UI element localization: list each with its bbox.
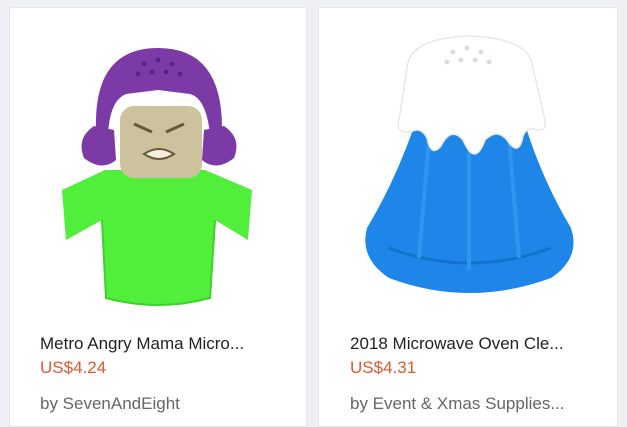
product-seller[interactable]: by SevenAndEight bbox=[40, 394, 302, 414]
product-card[interactable]: 2018 Microwave Oven Cle... US$4.31 by Ev… bbox=[318, 7, 618, 427]
product-price: US$4.31 bbox=[350, 358, 417, 377]
volcano-cleaner-icon bbox=[365, 35, 574, 293]
product-image[interactable] bbox=[319, 8, 617, 308]
product-seller[interactable]: by Event & Xmas Supplies... bbox=[350, 394, 608, 414]
product-title[interactable]: 2018 Microwave Oven Cle... bbox=[350, 334, 612, 354]
product-image[interactable] bbox=[10, 8, 306, 308]
product-card[interactable]: Metro Angry Mama Micro... US$4.24 by Sev… bbox=[9, 7, 307, 427]
product-price: US$4.24 bbox=[40, 358, 107, 377]
angry-mama-cleaner-icon bbox=[62, 48, 252, 306]
product-title[interactable]: Metro Angry Mama Micro... bbox=[40, 334, 302, 354]
